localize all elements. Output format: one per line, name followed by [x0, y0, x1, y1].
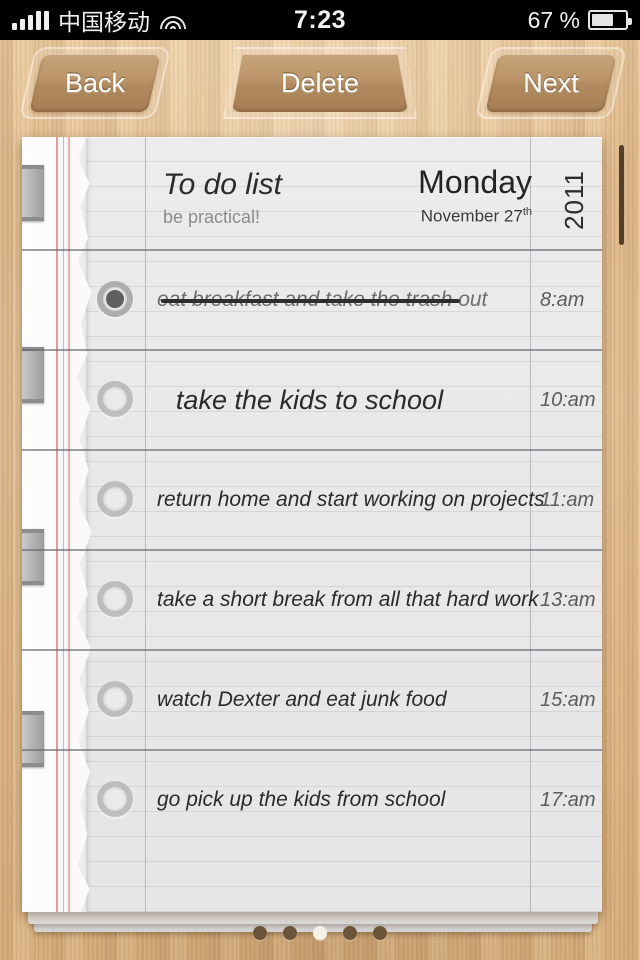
task-label[interactable]: eat breakfast and take the trash out: [157, 281, 462, 319]
task-checkbox-checked[interactable]: [97, 281, 133, 317]
binding-clip: [22, 165, 44, 221]
strikethrough-line: [161, 299, 460, 303]
page-dot-active[interactable]: [313, 926, 327, 940]
task-row[interactable]: watch Dexter and eat junk food 15:am: [22, 649, 602, 749]
task-checkbox-unchecked[interactable]: [97, 681, 133, 717]
page-dot[interactable]: [253, 926, 267, 940]
date-text: November 27: [421, 207, 523, 226]
task-label[interactable]: watch Dexter and eat junk food: [157, 681, 462, 719]
task-label[interactable]: take the kids to school: [157, 381, 462, 419]
task-time[interactable]: 13:am: [540, 581, 596, 619]
next-button[interactable]: Next: [492, 54, 610, 112]
page-indicator: [0, 926, 640, 940]
task-label[interactable]: go pick up the kids from school: [157, 781, 462, 819]
task-label[interactable]: return home and start working on project…: [157, 481, 462, 519]
task-time[interactable]: 11:am: [540, 481, 594, 519]
row-separator: [22, 749, 602, 751]
delete-button[interactable]: Delete: [232, 54, 408, 112]
delete-button-label: Delete: [281, 68, 359, 99]
date-suffix: th: [523, 206, 532, 218]
task-row[interactable]: take the kids to school 10:am: [22, 349, 602, 449]
task-checkbox-unchecked[interactable]: [97, 781, 133, 817]
task-checkbox-unchecked[interactable]: [97, 581, 133, 617]
status-bar-right: 67 %: [528, 7, 628, 34]
notepad: To do list be practical! Monday November…: [22, 137, 602, 912]
row-separator: [22, 249, 602, 251]
row-separator: [22, 649, 602, 651]
task-text: take a short break from all that hard wo…: [157, 588, 539, 612]
row-separator: [22, 549, 602, 551]
day-name: Monday: [418, 164, 532, 201]
year-label: 2011: [559, 170, 590, 230]
page-subtitle: be practical!: [163, 207, 260, 228]
task-row[interactable]: eat breakfast and take the trash out 8:am: [22, 249, 602, 349]
task-text: watch Dexter and eat junk food: [157, 688, 447, 712]
task-text: return home and start working on project…: [157, 488, 545, 512]
page-dot[interactable]: [283, 926, 297, 940]
vertical-scrollbar[interactable]: [619, 145, 624, 245]
task-time[interactable]: 10:am: [540, 381, 596, 419]
back-button[interactable]: Back: [36, 54, 154, 112]
page-dot[interactable]: [373, 926, 387, 940]
task-label[interactable]: take a short break from all that hard wo…: [157, 581, 462, 619]
task-row[interactable]: return home and start working on project…: [22, 449, 602, 549]
task-checkbox-unchecked[interactable]: [97, 381, 133, 417]
task-text: go pick up the kids from school: [157, 788, 445, 812]
task-checkbox-unchecked[interactable]: [97, 481, 133, 517]
battery-icon: [588, 10, 628, 30]
task-row[interactable]: go pick up the kids from school 17:am: [22, 749, 602, 849]
task-time[interactable]: 8:am: [540, 281, 584, 319]
date-label: November 27th: [421, 206, 532, 227]
row-separator: [22, 449, 602, 451]
status-bar: 中国移动 7:23 67 %: [0, 0, 640, 40]
page-dot[interactable]: [343, 926, 357, 940]
task-time[interactable]: 17:am: [540, 781, 596, 819]
note-header: To do list be practical! Monday November…: [145, 162, 602, 237]
battery-percent-label: 67 %: [528, 7, 580, 34]
row-separator: [22, 349, 602, 351]
back-button-label: Back: [65, 68, 125, 99]
task-row[interactable]: take a short break from all that hard wo…: [22, 549, 602, 649]
toolbar: Back Delete Next: [0, 40, 640, 130]
next-button-label: Next: [523, 68, 579, 99]
task-text: take the kids to school: [176, 385, 443, 416]
note-sheet: To do list be practical! Monday November…: [22, 137, 602, 912]
page-title: To do list: [163, 168, 282, 202]
task-time[interactable]: 15:am: [540, 681, 596, 719]
